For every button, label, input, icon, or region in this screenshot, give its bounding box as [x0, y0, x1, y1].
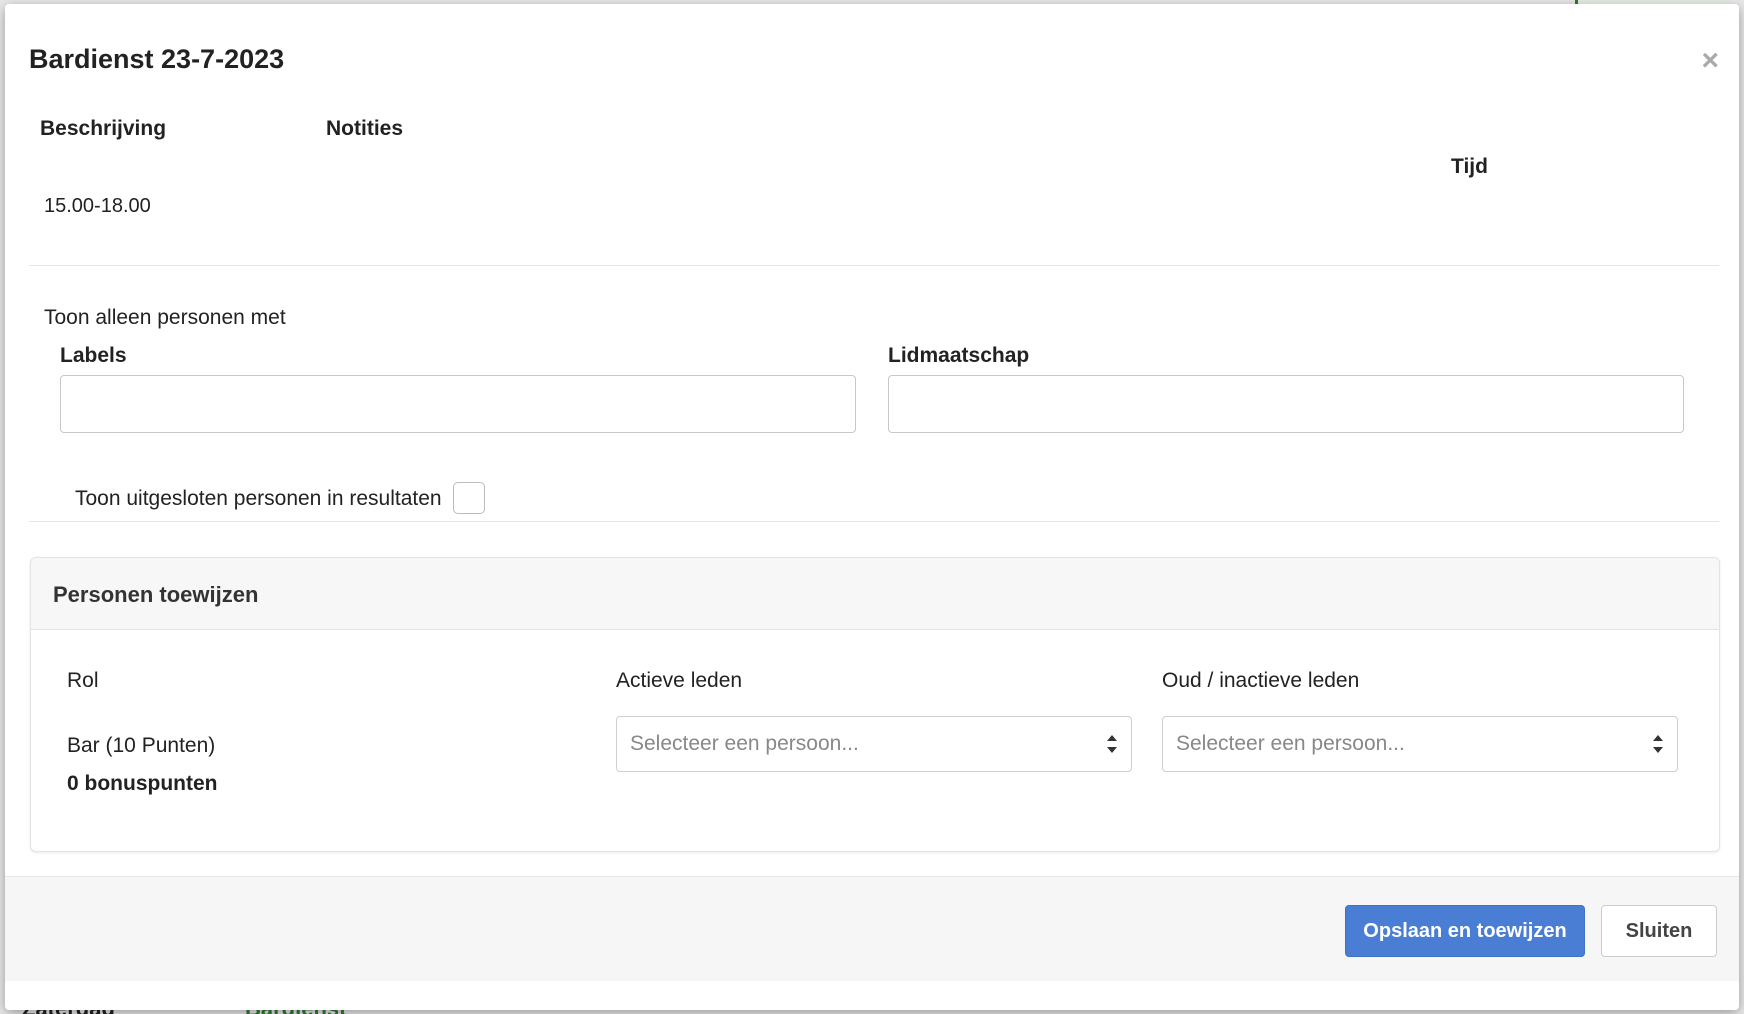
panel-header: Personen toewijzen [31, 558, 1719, 630]
role-column-label: Rol [67, 669, 99, 692]
modal-footer: Opslaan en toewijzen Sluiten [5, 876, 1739, 981]
inactive-member-select[interactable]: Selecteer een persoon... [1162, 716, 1678, 772]
sort-arrows-icon [1107, 735, 1117, 753]
divider [29, 521, 1719, 522]
show-excluded-label: Toon uitgesloten personen in resultaten [75, 487, 442, 510]
labels-field-label: Labels [60, 344, 127, 367]
notes-label: Notities [326, 117, 404, 140]
membership-input[interactable] [888, 375, 1684, 433]
modal-header: Bardienst 23-7-2023 × [5, 4, 1739, 114]
inactive-member-select-placeholder: Selecteer een persoon... [1176, 732, 1405, 755]
show-excluded-checkbox[interactable] [453, 482, 485, 514]
active-member-select-placeholder: Selecteer een persoon... [630, 732, 859, 755]
sort-arrows-icon [1653, 735, 1663, 753]
time-label: Tijd [1451, 155, 1488, 178]
modal-title: Bardienst 23-7-2023 [29, 44, 285, 74]
active-member-select[interactable]: Selecteer een persoon... [616, 716, 1132, 772]
active-members-column-label: Actieve leden [616, 669, 743, 692]
membership-field-label: Lidmaatschap [888, 344, 1030, 367]
shift-modal: Bardienst 23-7-2023 × Beschrijving Notit… [5, 4, 1739, 1010]
divider [29, 265, 1719, 266]
description-label: Beschrijving [40, 117, 167, 140]
labels-input[interactable] [60, 375, 856, 433]
save-and-assign-button[interactable]: Opslaan en toewijzen [1345, 905, 1585, 957]
close-button[interactable]: Sluiten [1601, 905, 1717, 957]
panel-title: Personen toewijzen [53, 582, 259, 607]
close-icon[interactable]: × [1701, 46, 1719, 76]
assign-persons-panel: Personen toewijzen Rol Actieve leden Oud… [30, 557, 1720, 852]
time-value: 15.00-18.00 [44, 195, 151, 217]
role-bonus-points: 0 bonuspunten [67, 772, 218, 795]
role-name: Bar (10 Punten) [67, 734, 216, 757]
filter-heading: Toon alleen personen met [44, 306, 286, 329]
inactive-members-column-label: Oud / inactieve leden [1162, 669, 1360, 692]
